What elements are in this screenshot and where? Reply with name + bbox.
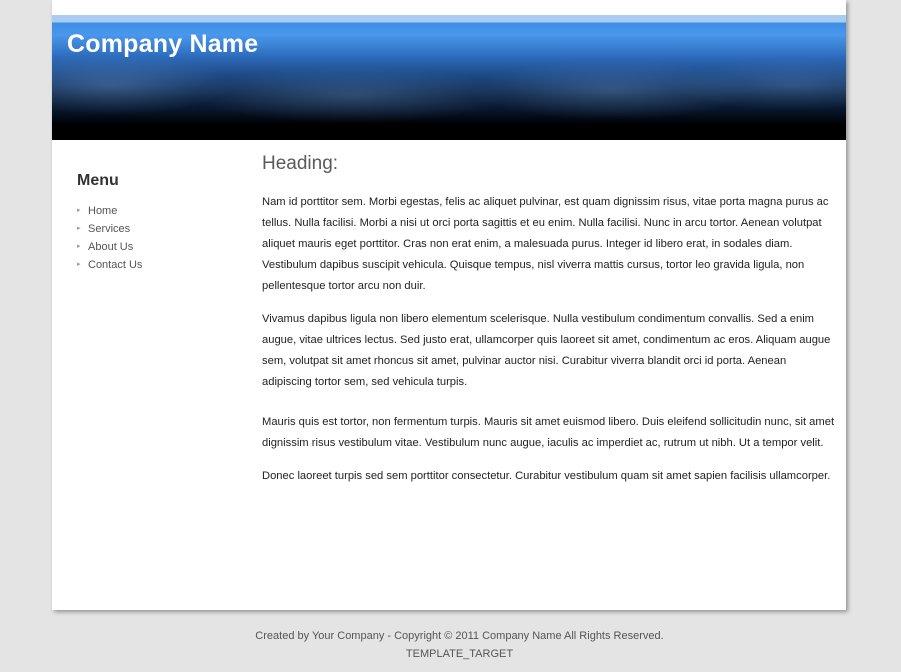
content-paragraph: Mauris quis est tortor, non fermentum tu… — [262, 416, 835, 449]
bullet-icon: ▸ — [77, 261, 81, 268]
footer-template-target: TEMPLATE_TARGET — [405, 648, 514, 660]
content-paragraph: Vivamus dapibus ligula non libero elemen… — [262, 313, 831, 388]
company-name[interactable]: Company Name — [67, 30, 258, 59]
header-banner: Company Name — [52, 15, 846, 140]
bullet-icon: ▸ — [77, 243, 81, 250]
sidebar: Menu ▸ Home ▸ Services ▸ About Us ▸ Cont… — [77, 172, 247, 274]
menu-list: ▸ Home ▸ Services ▸ About Us ▸ Contact U… — [77, 202, 247, 274]
content-paragraph: Nam id porttitor sem. Morbi egestas, fel… — [262, 196, 829, 292]
content-paragraph: Donec laoreet turpis sed sem porttitor c… — [262, 470, 831, 482]
menu-title: Menu — [77, 172, 119, 189]
menu-link-home[interactable]: Home — [88, 205, 117, 217]
menu-link-about-us[interactable]: About Us — [88, 241, 133, 253]
menu-link-contact-us[interactable]: Contact Us — [88, 259, 142, 271]
bullet-icon: ▸ — [77, 207, 81, 214]
content-heading: Heading: — [262, 153, 339, 174]
menu-item-home[interactable]: ▸ Home — [77, 202, 247, 220]
menu-item-contact-us[interactable]: ▸ Contact Us — [77, 256, 247, 274]
footer-copyright: Created by Your Company - Copyright © 20… — [255, 630, 664, 642]
menu-item-about-us[interactable]: ▸ About Us — [77, 238, 247, 256]
menu-link-services[interactable]: Services — [88, 223, 130, 235]
bullet-icon: ▸ — [77, 225, 81, 232]
menu-item-services[interactable]: ▸ Services — [77, 220, 247, 238]
main-content: Heading: Nam id porttitor sem. Morbi ege… — [262, 153, 838, 499]
footer: Created by Your Company - Copyright © 20… — [0, 627, 901, 663]
page-container: Company Name Menu ▸ Home ▸ Services ▸ Ab… — [52, 0, 846, 610]
